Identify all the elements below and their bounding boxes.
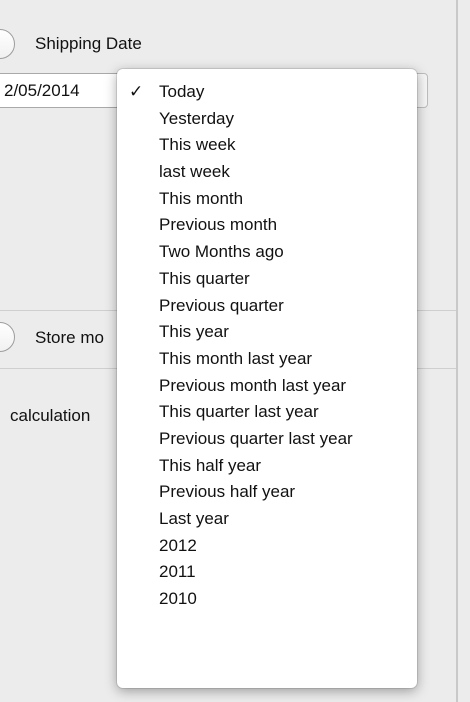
menu-item-label: 2011 <box>159 562 196 582</box>
menu-item-label: Previous half year <box>159 482 296 502</box>
settings-panel: Shipping Date 2/05/2014 Store mo calcula… <box>0 0 470 702</box>
checkmark-icon: ✓ <box>129 82 144 102</box>
date-range-menu: ✓ Today Yesterday This week last week This mo… <box>117 69 417 688</box>
menu-item[interactable]: This month <box>117 186 417 213</box>
menu-item[interactable]: This year <box>117 319 417 346</box>
menu-item-label: 2012 <box>159 535 197 555</box>
menu-item[interactable]: Last year <box>117 506 417 533</box>
panel-right-border <box>456 0 458 702</box>
menu-item[interactable]: Yesterday <box>117 106 417 133</box>
shipping-date-field[interactable]: 2/05/2014 <box>0 73 120 108</box>
menu-item[interactable]: Two Months ago <box>117 239 417 266</box>
menu-item-label: This quarter <box>159 268 250 288</box>
menu-item[interactable]: ✓ Today <box>117 79 417 106</box>
shipping-date-radio[interactable] <box>0 29 15 59</box>
menu-item-label: 2010 <box>159 589 197 609</box>
menu-item-label: This year <box>159 322 229 342</box>
menu-item-label: last week <box>159 162 230 182</box>
menu-item[interactable]: Previous month <box>117 212 417 239</box>
menu-item[interactable]: Previous half year <box>117 479 417 506</box>
shipping-date-label: Shipping Date <box>35 34 142 53</box>
menu-item[interactable]: Previous month last year <box>117 373 417 400</box>
menu-item-label: Previous month last year <box>159 375 347 395</box>
menu-item-label: This month <box>159 188 244 208</box>
menu-item[interactable]: This quarter last year <box>117 399 417 426</box>
menu-item-label: Last year <box>159 509 229 528</box>
menu-item-label: Previous quarter <box>159 295 284 315</box>
menu-item[interactable]: last week <box>117 159 417 186</box>
menu-item[interactable]: Previous quarter <box>117 293 417 320</box>
menu-item-label: Today <box>159 82 205 101</box>
menu-item[interactable]: 2010 <box>117 586 417 613</box>
menu-item-label: This quarter last year <box>159 402 319 422</box>
menu-item[interactable]: 2011 <box>117 559 417 586</box>
menu-item-label: Two Months ago <box>159 242 284 262</box>
menu-item-label: Previous month <box>159 215 278 235</box>
menu-item-label: This month last year <box>159 348 313 368</box>
menu-item[interactable]: This week <box>117 132 417 159</box>
menu-item-label: Yesterday <box>159 108 234 128</box>
menu-item-label: This week <box>159 135 236 155</box>
menu-item-label: This half year <box>159 455 262 475</box>
menu-item-label: Previous quarter last year <box>159 428 353 448</box>
menu-item[interactable]: Previous quarter last year <box>117 426 417 453</box>
menu-item[interactable]: 2012 <box>117 533 417 560</box>
store-mode-radio[interactable] <box>0 322 15 352</box>
calculation-label: calculation <box>10 406 91 425</box>
menu-item[interactable]: This quarter <box>117 266 417 293</box>
menu-item[interactable]: This month last year <box>117 346 417 373</box>
menu-item[interactable]: This half year <box>117 453 417 480</box>
store-mode-label: Store mo <box>35 328 104 347</box>
